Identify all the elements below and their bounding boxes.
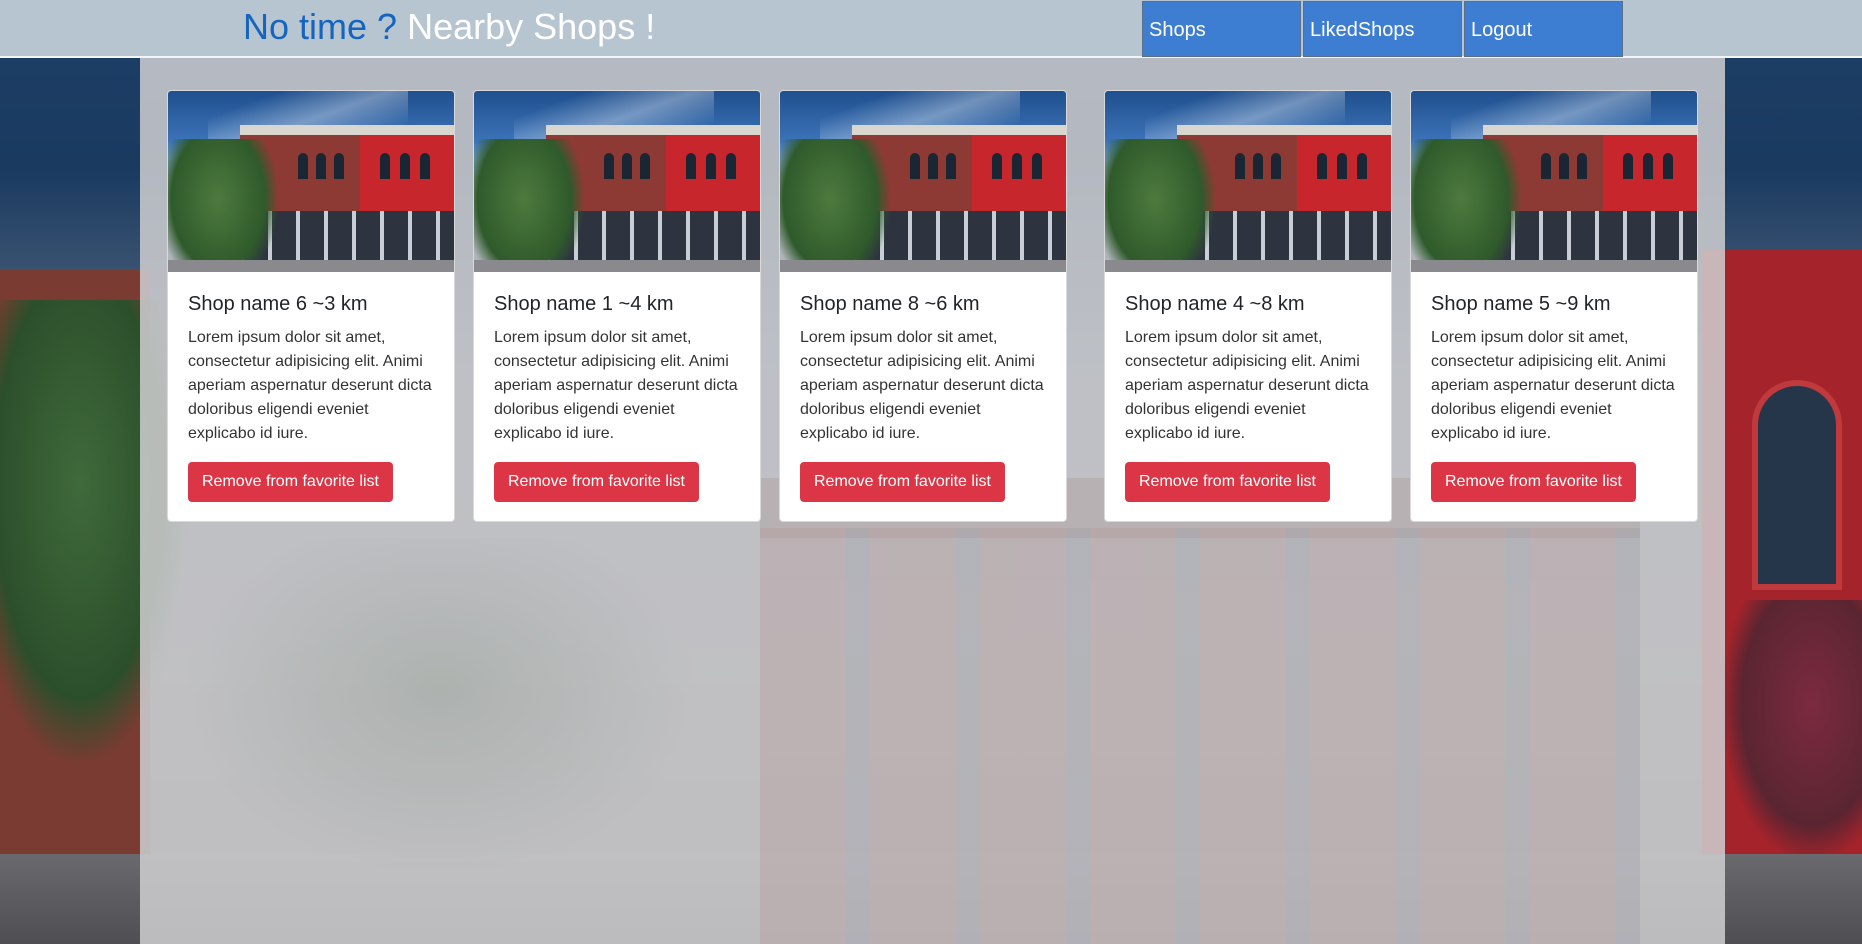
nav-buttons: Shops LikedShops Logout: [1142, 1, 1623, 57]
shop-name: Shop name 6 ~3 km: [188, 293, 368, 315]
shop-image: [1411, 91, 1697, 272]
card-body: Shop name 8 ~6 km Lorem ipsum dolor sit …: [780, 272, 1066, 502]
background-arch-window: [1752, 380, 1842, 590]
shop-card: Shop name 1 ~4 km Lorem ipsum dolor sit …: [473, 90, 761, 522]
panel-ghost-facade: [760, 528, 1640, 944]
shop-image: [168, 91, 454, 272]
shop-image: [780, 91, 1066, 272]
remove-from-favorites-button[interactable]: Remove from favorite list: [1125, 462, 1330, 502]
background-tree-right: [1722, 600, 1862, 860]
brand-part-2: Nearby Shops !: [407, 6, 656, 47]
shop-card: Shop name 5 ~9 km Lorem ipsum dolor sit …: [1410, 90, 1698, 522]
shop-card: Shop name 4 ~8 km Lorem ipsum dolor sit …: [1104, 90, 1392, 522]
shop-card: Shop name 8 ~6 km Lorem ipsum dolor sit …: [779, 90, 1067, 522]
shop-image: [1105, 91, 1391, 272]
shop-description: Lorem ipsum dolor sit amet, consectetur …: [188, 329, 432, 442]
shop-name: Shop name 1 ~4 km: [494, 293, 674, 315]
shop-name: Shop name 8 ~6 km: [800, 293, 980, 315]
nav-liked-shops-button[interactable]: LikedShops: [1303, 1, 1462, 57]
card-body: Shop name 6 ~3 km Lorem ipsum dolor sit …: [168, 272, 454, 502]
remove-from-favorites-button[interactable]: Remove from favorite list: [1431, 462, 1636, 502]
shop-description: Lorem ipsum dolor sit amet, consectetur …: [494, 329, 738, 442]
card-body: Shop name 5 ~9 km Lorem ipsum dolor sit …: [1411, 272, 1697, 502]
shop-description: Lorem ipsum dolor sit amet, consectetur …: [1125, 329, 1369, 442]
panel-ghost-tree: [180, 538, 700, 878]
remove-from-favorites-button[interactable]: Remove from favorite list: [800, 462, 1005, 502]
brand-part-1: No time ?: [243, 6, 398, 47]
shop-name: Shop name 5 ~9 km: [1431, 293, 1611, 315]
shop-description: Lorem ipsum dolor sit amet, consectetur …: [1431, 329, 1675, 442]
shop-name: Shop name 4 ~8 km: [1125, 293, 1305, 315]
nav-logout-button[interactable]: Logout: [1464, 1, 1623, 57]
nav-shops-button[interactable]: Shops: [1142, 1, 1301, 57]
remove-from-favorites-button[interactable]: Remove from favorite list: [188, 462, 393, 502]
brand-title[interactable]: No time ? Nearby Shops !: [243, 5, 655, 49]
card-body: Shop name 4 ~8 km Lorem ipsum dolor sit …: [1105, 272, 1391, 502]
shop-image: [474, 91, 760, 272]
remove-from-favorites-button[interactable]: Remove from favorite list: [494, 462, 699, 502]
top-navbar: No time ? Nearby Shops ! Shops LikedShop…: [0, 0, 1862, 58]
shop-card: Shop name 6 ~3 km Lorem ipsum dolor sit …: [167, 90, 455, 522]
shop-description: Lorem ipsum dolor sit amet, consectetur …: [800, 329, 1044, 442]
card-body: Shop name 1 ~4 km Lorem ipsum dolor sit …: [474, 272, 760, 502]
